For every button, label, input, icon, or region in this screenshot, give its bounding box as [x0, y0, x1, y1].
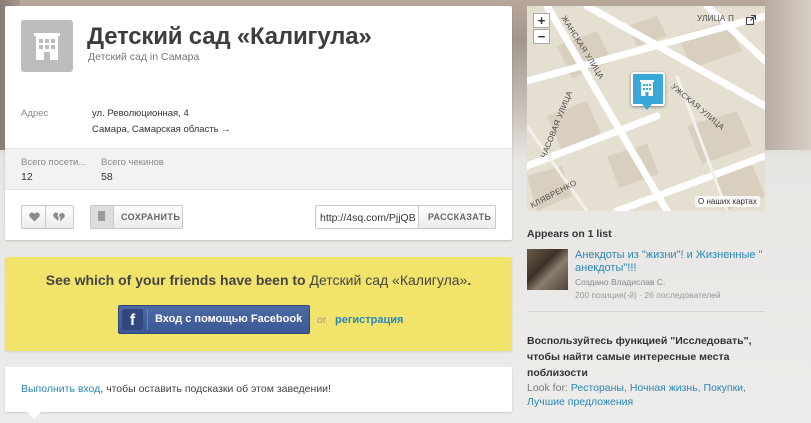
expand-icon[interactable]	[746, 15, 756, 25]
action-bar: СОХРАНИТЬ РАССКАЗАТЬ	[5, 189, 512, 241]
list-thumbnail[interactable]	[527, 249, 568, 290]
facebook-login-button[interactable]: f Вход с помощью Facebook	[118, 305, 310, 334]
visitors-label: Всего посети...	[21, 157, 87, 168]
zoom-in-button[interactable]: +	[533, 13, 550, 28]
background-photo-right	[765, 0, 811, 150]
lookfor-link-nightlife[interactable]: Ночная жизнь	[630, 382, 698, 394]
map-street-label-top: УЛИЦА П	[697, 14, 735, 23]
address-city-link[interactable]: Самара, Самарская область →	[92, 124, 231, 135]
register-link[interactable]: регистрация	[335, 314, 403, 326]
venue-card: Детский сад «Калигула» Детский сад in Са…	[5, 6, 512, 240]
broken-heart-icon	[53, 212, 65, 222]
tips-prompt-text: , чтобы оставить подсказки об этом завед…	[100, 383, 331, 395]
address-street: ул. Революционная, 4	[92, 108, 189, 119]
friends-prompt: See which of your friends have been to Д…	[5, 272, 512, 288]
share-url-field[interactable]	[315, 205, 419, 229]
about-maps-link[interactable]: О наших картах	[695, 196, 760, 207]
like-button[interactable]	[21, 205, 46, 229]
list-meta: 200 позиция(-й) · 26 последователей	[575, 290, 721, 300]
lookfor-link-shopping[interactable]: Покупки	[704, 382, 744, 394]
venue-category: Детский сад in Самара	[88, 51, 200, 63]
lookfor-links: Look for: Рестораны, Ночная жизнь, Покуп…	[527, 382, 746, 408]
lookfor-label: Look for:	[527, 382, 568, 394]
facebook-button-divider	[147, 309, 148, 330]
tips-pointer	[27, 412, 41, 419]
lists-heading: Appears on 1 list	[527, 228, 612, 240]
lookfor-link-restaurants[interactable]: Рестораны	[571, 382, 624, 394]
tips-prompt: Выполнить вход, чтобы оставить подсказки…	[21, 383, 331, 395]
dislike-button[interactable]	[45, 205, 74, 229]
map-pin-pointer	[642, 104, 652, 110]
map-pin-icon[interactable]	[631, 72, 665, 106]
checkins-count: 58	[101, 171, 113, 183]
friends-banner: See which of your friends have been to Д…	[5, 257, 512, 351]
share-button[interactable]: РАССКАЗАТЬ	[418, 205, 496, 229]
bookmark-icon	[91, 206, 114, 228]
or-text: or	[317, 314, 327, 326]
save-button[interactable]: СОХРАНИТЬ	[90, 205, 183, 229]
venue-map[interactable]: УЛИЦА П ЧАСОВАЯ УЛИЦА ЖАНСКАЯ УЛИЦА УЖСК…	[527, 6, 765, 211]
building-icon	[21, 20, 73, 72]
friends-prompt-suffix: .	[467, 272, 472, 288]
sidebar-divider	[527, 311, 765, 312]
list-title-link[interactable]: Анекдоты из "жизни"! и Жизненные " анекд…	[575, 249, 780, 275]
checkins-label: Всего чекинов	[101, 157, 164, 168]
page-title: Детский сад «Калигула»	[87, 23, 372, 50]
friends-prompt-venue: Детский сад «Калигула»	[309, 272, 468, 288]
facebook-login-label: Вход с помощью Facebook	[155, 313, 303, 325]
lookfor-link-best-deals[interactable]: Лучшие предложения	[527, 396, 633, 408]
friends-prompt-prefix: See which of your friends have been to	[45, 272, 310, 288]
tips-card: Выполнить вход, чтобы оставить подсказки…	[5, 367, 512, 419]
address-label: Адрес	[21, 108, 49, 119]
list-author: Создано Владислав С.	[575, 277, 666, 287]
zoom-out-button[interactable]: −	[533, 29, 550, 44]
stats-bar: Всего посети... 12 Всего чекинов 58	[5, 148, 512, 189]
visitors-count: 12	[21, 171, 33, 183]
share-url-input[interactable]	[316, 206, 418, 228]
heart-icon	[29, 212, 40, 222]
facebook-icon: f	[122, 309, 143, 330]
share-button-label: РАССКАЗАТЬ	[428, 212, 492, 222]
login-link[interactable]: Выполнить вход	[21, 383, 100, 395]
explore-promo: Воспользуйтесь функцией "Исследовать", ч…	[527, 335, 752, 379]
save-button-label: СОХРАНИТЬ	[121, 212, 181, 222]
